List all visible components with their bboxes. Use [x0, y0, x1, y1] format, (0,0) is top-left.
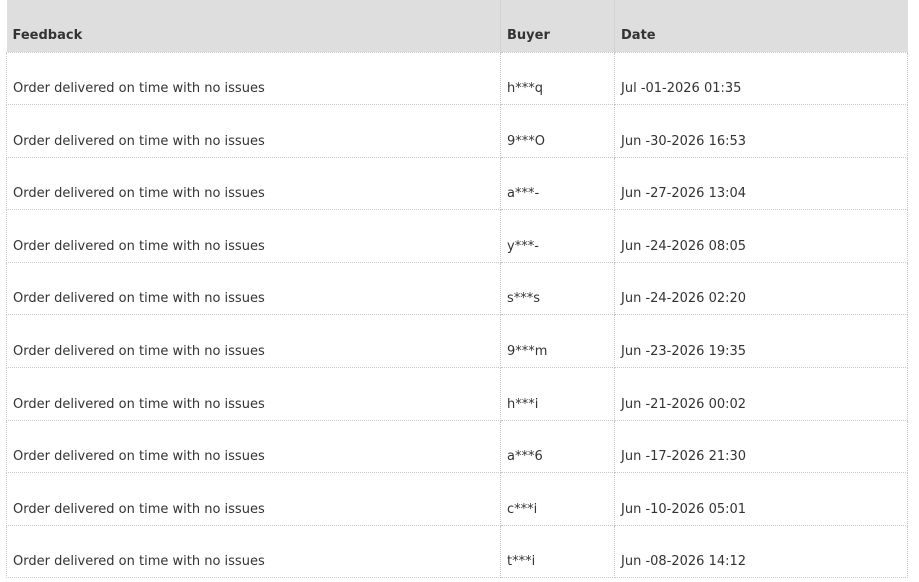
- feedback-panel: Feedback Buyer Date Order delivered on t…: [0, 0, 919, 582]
- feedback-cell: Order delivered on time with no issues: [6, 367, 501, 421]
- buyer-cell: a***-: [500, 157, 615, 211]
- feedback-table: Feedback Buyer Date Order delivered on t…: [6, 0, 908, 579]
- buyer-cell: a***6: [500, 420, 615, 474]
- buyer-cell: s***s: [500, 262, 615, 316]
- table-row: Order delivered on time with no issues a*…: [6, 420, 908, 474]
- buyer-cell: 9***O: [500, 104, 615, 158]
- feedback-cell: Order delivered on time with no issues: [6, 209, 501, 263]
- column-header-buyer[interactable]: Buyer: [500, 0, 615, 53]
- table-row: Order delivered on time with no issues 9*…: [6, 104, 908, 158]
- feedback-cell: Order delivered on time with no issues: [6, 157, 501, 211]
- table-header: Feedback Buyer Date: [6, 0, 908, 53]
- buyer-cell: c***i: [500, 472, 615, 526]
- feedback-cell: Order delivered on time with no issues: [6, 420, 501, 474]
- buyer-cell: h***q: [500, 52, 615, 106]
- date-cell: Jun -24-2026 02:20: [614, 262, 908, 316]
- date-cell: Jun -24-2026 08:05: [614, 209, 908, 263]
- feedback-cell: Order delivered on time with no issues: [6, 472, 501, 526]
- date-cell: Jun -27-2026 13:04: [614, 157, 908, 211]
- table-row: Order delivered on time with no issues h*…: [6, 367, 908, 421]
- feedback-cell: Order delivered on time with no issues: [6, 104, 501, 158]
- date-cell: Jun -30-2026 16:53: [614, 104, 908, 158]
- table-row: Order delivered on time with no issues s*…: [6, 262, 908, 316]
- date-cell: Jul -01-2026 01:35: [614, 52, 908, 106]
- buyer-cell: y***-: [500, 209, 615, 263]
- feedback-cell: Order delivered on time with no issues: [6, 314, 501, 369]
- table-row: Order delivered on time with no issues h*…: [6, 52, 908, 106]
- table-row: Order delivered on time with no issues 9*…: [6, 314, 908, 369]
- feedback-cell: Order delivered on time with no issues: [6, 262, 501, 316]
- table-row: Order delivered on time with no issues a*…: [6, 157, 908, 211]
- table-row: Order delivered on time with no issues y*…: [6, 209, 908, 263]
- buyer-cell: t***i: [500, 525, 615, 579]
- column-header-feedback[interactable]: Feedback: [6, 0, 501, 53]
- feedback-cell: Order delivered on time with no issues: [6, 525, 501, 579]
- table-row: Order delivered on time with no issues t*…: [6, 525, 908, 579]
- date-cell: Jun -23-2026 19:35: [614, 314, 908, 369]
- table-body: Order delivered on time with no issues h*…: [6, 52, 908, 579]
- feedback-cell: Order delivered on time with no issues: [6, 52, 501, 106]
- date-cell: Jun -17-2026 21:30: [614, 420, 908, 474]
- header-row: Feedback Buyer Date: [6, 0, 908, 53]
- table-row: Order delivered on time with no issues c*…: [6, 472, 908, 526]
- date-cell: Jun -21-2026 00:02: [614, 367, 908, 421]
- buyer-cell: 9***m: [500, 314, 615, 369]
- date-cell: Jun -10-2026 05:01: [614, 472, 908, 526]
- buyer-cell: h***i: [500, 367, 615, 421]
- date-cell: Jun -08-2026 14:12: [614, 525, 908, 579]
- column-header-date[interactable]: Date: [614, 0, 908, 53]
